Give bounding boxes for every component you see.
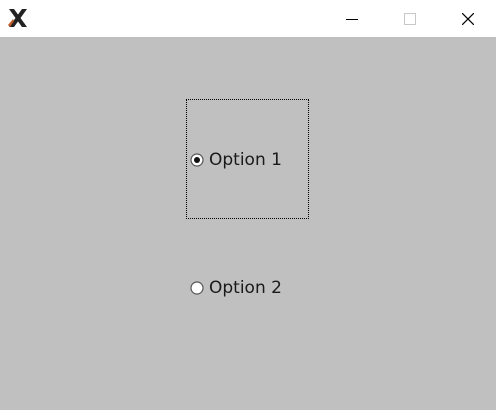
minimize-icon: [346, 18, 358, 20]
maximize-button[interactable]: [381, 0, 439, 37]
radio-selected-icon: [190, 153, 204, 167]
close-button[interactable]: [439, 0, 496, 37]
radio-option-1-label: Option 1: [209, 150, 282, 170]
window-client-area: Option 1 Option 2: [0, 37, 496, 410]
radio-option-2[interactable]: Option 2: [190, 278, 282, 298]
maximize-icon: [404, 12, 416, 25]
radio-option-1[interactable]: Option 1: [190, 150, 282, 170]
x-logo-icon: [8, 9, 27, 27]
minimize-button[interactable]: [323, 0, 381, 37]
title-bar: [0, 0, 496, 37]
close-icon: [462, 12, 474, 25]
radio-unselected-icon: [190, 281, 204, 295]
radio-option-2-label: Option 2: [209, 278, 282, 298]
